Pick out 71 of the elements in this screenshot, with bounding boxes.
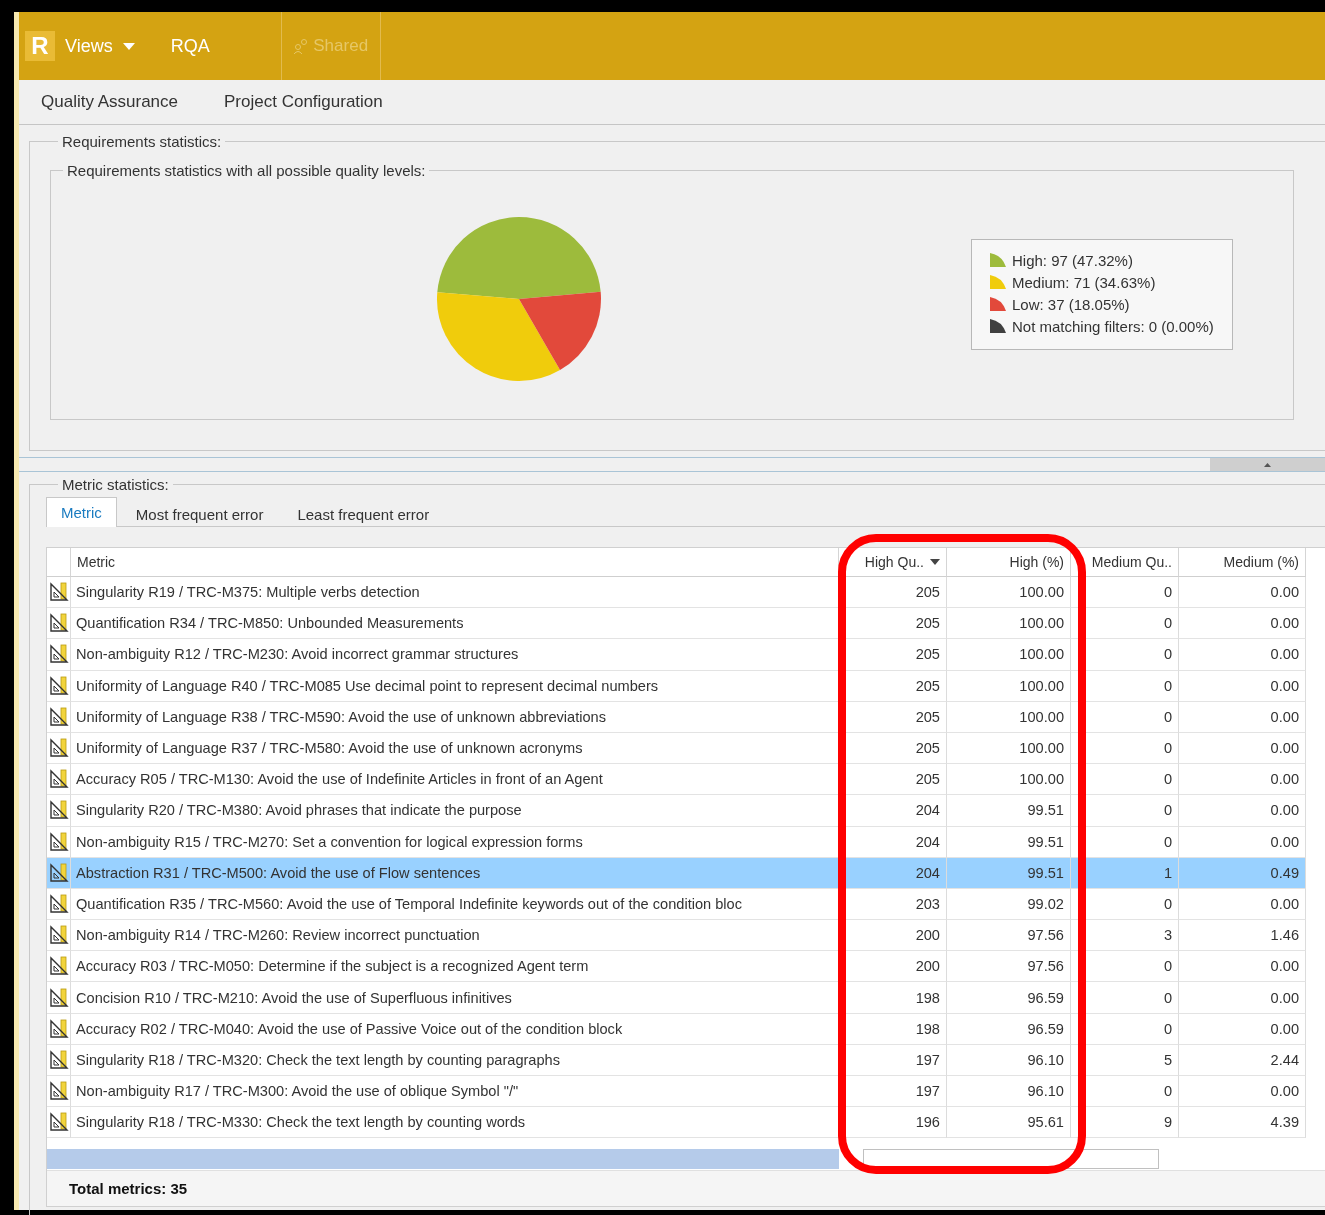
table-cell: 0.00 <box>1179 577 1306 609</box>
table-cell: 0 <box>1071 639 1179 671</box>
table-cell: 95.61 <box>947 1107 1071 1139</box>
table-cell: 100.00 <box>947 608 1071 640</box>
table-cell: 0.00 <box>1179 670 1306 702</box>
table-cell: 0 <box>1071 608 1179 640</box>
table-cell: 0.00 <box>1179 888 1306 921</box>
scrollbar[interactable] <box>1210 458 1325 471</box>
table-cell: 0.00 <box>1179 764 1306 796</box>
caret-icon <box>122 42 135 50</box>
column-header[interactable]: Metric <box>71 548 839 577</box>
table-cell: 0.00 <box>1179 732 1306 765</box>
table-cell: 100.00 <box>947 639 1071 671</box>
column-header[interactable]: Medium (%) <box>1179 548 1306 577</box>
view-title: RQA <box>170 35 211 57</box>
table-cell: Abstraction R31 / TRC-M500: Avoid the use of Flow sentences <box>71 857 839 889</box>
legend-label: High: 97 (47.32%) <box>1012 251 1133 269</box>
total-metrics: Total metrics: 35 <box>47 1170 1325 1206</box>
section-title: Metric statistics: <box>61 476 170 493</box>
table-cell: 0 <box>1071 795 1179 827</box>
chart-group-title: Requirements statistics with all possible quality levels: <box>66 162 427 179</box>
legend-label: Low: 37 (18.05%) <box>1012 295 1130 313</box>
table-cell: 100.00 <box>947 732 1071 765</box>
table-cell: 2.44 <box>1179 1044 1306 1076</box>
table-cell: 0 <box>1071 982 1179 1014</box>
table-cell: 4.39 <box>1179 1107 1306 1139</box>
table-cell: 0.00 <box>1179 951 1306 983</box>
tab[interactable]: Metric <box>46 497 117 527</box>
table-cell: 99.02 <box>947 888 1071 921</box>
scrollbar-thumb[interactable] <box>863 1149 1159 1169</box>
table-cell: 99.51 <box>947 795 1071 827</box>
table-cell: 100.00 <box>947 670 1071 702</box>
sort-descending-icon <box>930 559 940 565</box>
table-cell: 96.59 <box>947 1013 1071 1045</box>
table-cell: 97.56 <box>947 951 1071 983</box>
table-cell: 0.00 <box>1179 1013 1306 1045</box>
table-cell: 99.51 <box>947 826 1071 858</box>
table-cell: 100.00 <box>947 577 1071 609</box>
tab[interactable]: Most frequent error <box>120 500 279 527</box>
table-cell: 0.00 <box>1179 982 1306 1014</box>
table-cell: 0.00 <box>1179 639 1306 671</box>
table-cell: 97.56 <box>947 920 1071 952</box>
table-cell: 0.00 <box>1179 795 1306 827</box>
table-cell: 96.10 <box>947 1044 1071 1076</box>
ribbon-tab[interactable]: Quality Assurance <box>41 92 178 112</box>
table-cell: 0.00 <box>1179 826 1306 858</box>
table-cell: 0 <box>1071 764 1179 796</box>
legend-label: Medium: 71 (34.63%) <box>1012 273 1156 291</box>
column-header[interactable]: Medium Qu.. <box>1071 548 1179 577</box>
people-icon <box>293 38 310 54</box>
table-cell: 0 <box>1071 951 1179 983</box>
tab[interactable]: Least frequent error <box>282 500 445 527</box>
table-cell: 100.00 <box>947 764 1071 796</box>
up-arrow-icon <box>1264 462 1271 467</box>
section-title: Requirements statistics: <box>61 133 223 150</box>
table-cell: 0.00 <box>1179 1076 1306 1108</box>
table-cell: 9 <box>1071 1107 1179 1139</box>
table-cell: 96.59 <box>947 982 1071 1014</box>
table-cell: 0 <box>1071 1076 1179 1108</box>
ribbon-tab[interactable]: Project Configuration <box>224 92 383 112</box>
table-cell: 3 <box>1071 920 1179 952</box>
table-cell: 0.00 <box>1179 608 1306 640</box>
table-cell: 99.51 <box>947 857 1071 889</box>
table-cell: 96.10 <box>947 1076 1071 1108</box>
table-cell: 0.49 <box>1179 857 1306 889</box>
table-cell: 1.46 <box>1179 920 1306 952</box>
table-cell: 0.00 <box>1179 701 1306 733</box>
table-cell: 100.00 <box>947 701 1071 733</box>
legend-label: Not matching filters: 0 (0.00%) <box>1012 317 1214 335</box>
panel-splitter[interactable] <box>19 457 1325 472</box>
table-cell: 0 <box>1071 577 1179 609</box>
